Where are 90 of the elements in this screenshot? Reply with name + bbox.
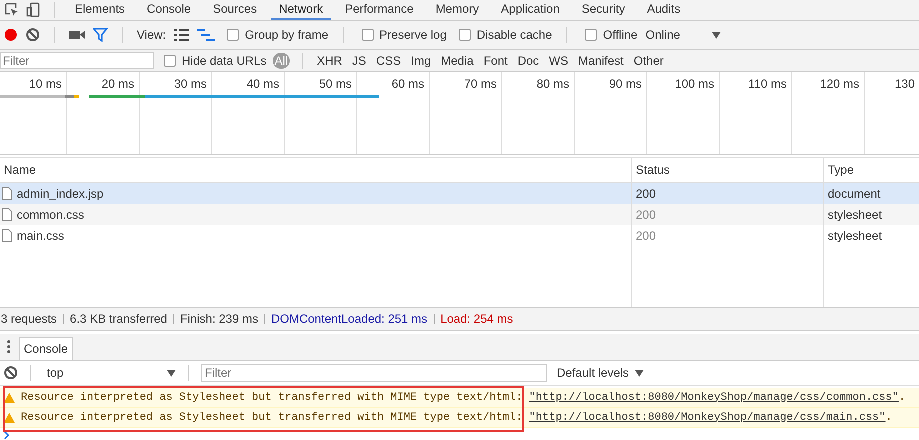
checkbox[interactable] <box>164 54 176 66</box>
checkbox-label: Group by frame <box>245 28 329 42</box>
checkbox[interactable] <box>458 29 471 41</box>
type-filter-button[interactable]: JS <box>350 52 368 68</box>
waterfall-view-icon[interactable] <box>197 29 216 41</box>
list-view-icon[interactable] <box>174 29 190 41</box>
status-code: 200 <box>636 228 656 242</box>
type-filter-button[interactable]: XHR <box>315 52 344 68</box>
tick-label: 90 ms <box>609 77 642 91</box>
request-row[interactable]: common.css 200 stylesheet <box>0 204 919 225</box>
checkbox-label: Offline <box>603 28 638 42</box>
checkbox-label: Hide data URLs <box>182 54 267 68</box>
clear-icon[interactable] <box>4 366 18 380</box>
file-icon <box>2 208 12 221</box>
tick-label: 80 ms <box>536 77 570 91</box>
throttling-dropdown[interactable]: Online <box>646 28 680 42</box>
status-code: 200 <box>636 186 656 200</box>
panel-tab[interactable]: Sources <box>205 0 266 20</box>
summary-text: Load: 254 ms <box>440 312 514 326</box>
type-filter-button[interactable]: Media <box>439 52 476 68</box>
filter-field[interactable]: Filter <box>0 52 154 69</box>
device-icon[interactable] <box>26 2 42 18</box>
summary-text: Finish: 239 ms <box>180 312 258 326</box>
camera-icon[interactable] <box>69 29 85 41</box>
tick-label: 60 ms <box>392 77 424 91</box>
panel-tab[interactable]: Performance <box>337 0 422 20</box>
drawer-tab[interactable]: Console <box>19 337 74 360</box>
type-filter-button[interactable]: WS <box>547 52 571 68</box>
inspect-icon[interactable] <box>4 2 20 18</box>
more-icon[interactable] <box>7 340 11 354</box>
tick-label: 40 ms <box>246 77 280 91</box>
caret-icon[interactable] <box>167 370 176 376</box>
resource-type: document <box>828 186 881 200</box>
type-filter-button[interactable]: Other <box>632 52 666 68</box>
panel-tab[interactable]: Elements <box>67 0 134 20</box>
file-icon <box>2 187 12 200</box>
type-filter-button[interactable]: Manifest <box>576 52 626 68</box>
file-icon <box>2 229 12 242</box>
panel-tab[interactable]: Security <box>574 0 634 20</box>
checkbox[interactable] <box>362 29 374 41</box>
warning-message: Resource interpreted as Stylesheet but transferred with MIME type text/html: "http://localhost:8080/MonkeyShop/manage/css/common.css". <box>21 392 906 404</box>
type-filter-button[interactable]: Img <box>409 52 434 68</box>
checkbox-label: Preserve log <box>380 28 447 42</box>
request-row[interactable]: admin_index.jsp 200 document <box>0 183 919 204</box>
tick-label: 110 ms <box>748 77 787 91</box>
tick-label: 120 ms <box>820 77 860 91</box>
caret-icon[interactable] <box>712 32 722 38</box>
type-filter-button[interactable]: Font <box>482 52 510 68</box>
summary-text: 6.3 KB transferred <box>70 312 168 326</box>
levels-dropdown[interactable]: Default levels <box>553 366 630 380</box>
column-header[interactable]: Type <box>824 158 919 182</box>
resource-link[interactable]: "http://localhost:8080/MonkeyShop/manage/css/main.css" <box>529 412 886 424</box>
prompt-icon[interactable] <box>4 431 10 440</box>
request-name: admin_index.jsp <box>17 186 104 200</box>
checkbox[interactable] <box>227 29 240 41</box>
status-code: 200 <box>636 208 656 222</box>
type-filter-button[interactable]: Doc <box>516 52 542 68</box>
warning-icon <box>4 412 15 422</box>
tick-label: 20 ms <box>102 77 134 91</box>
clear-icon[interactable] <box>26 28 40 42</box>
tick-label: 50 ms <box>319 77 352 91</box>
tick-label: 10 ms <box>29 77 62 91</box>
context-dropdown[interactable]: top <box>43 366 161 380</box>
summary-text: 3 requests <box>1 312 58 326</box>
request-name: main.css <box>17 228 64 242</box>
warning-message: Resource interpreted as Stylesheet but transferred with MIME type text/html: "http://localhost:8080/MonkeyShop/manage/css/main.css". <box>21 412 892 424</box>
view-label: View: <box>137 28 166 42</box>
resource-type: stylesheet <box>828 208 882 222</box>
column-header[interactable]: Status <box>632 158 824 182</box>
warning-icon <box>4 392 15 402</box>
summary-text: DOMContentLoaded: 251 ms <box>271 312 428 326</box>
checkbox-label: Disable cache <box>476 28 552 42</box>
panel-tab[interactable]: Application <box>493 0 568 20</box>
tick-label: 100 ms <box>675 77 714 91</box>
panel-tab[interactable]: Memory <box>428 0 488 20</box>
tick-label: 30 ms <box>174 77 207 91</box>
column-header[interactable]: Name <box>0 158 632 182</box>
resource-link[interactable]: "http://localhost:8080/MonkeyShop/manage/css/common.css" <box>529 392 899 404</box>
console-filter-field[interactable]: Filter <box>201 364 547 382</box>
request-name: common.css <box>17 208 84 222</box>
caret-icon[interactable] <box>635 370 644 376</box>
tick-label: 70 ms <box>464 77 497 91</box>
type-filter-button[interactable]: CSS <box>374 52 404 68</box>
checkbox[interactable] <box>585 29 598 41</box>
resource-type: stylesheet <box>828 228 882 242</box>
record-icon[interactable] <box>4 28 18 42</box>
panel-tab[interactable]: Console <box>139 0 200 20</box>
filter-icon[interactable] <box>93 28 108 42</box>
panel-tab[interactable]: Audits <box>639 0 689 20</box>
tick-label: 130 <box>894 77 915 91</box>
